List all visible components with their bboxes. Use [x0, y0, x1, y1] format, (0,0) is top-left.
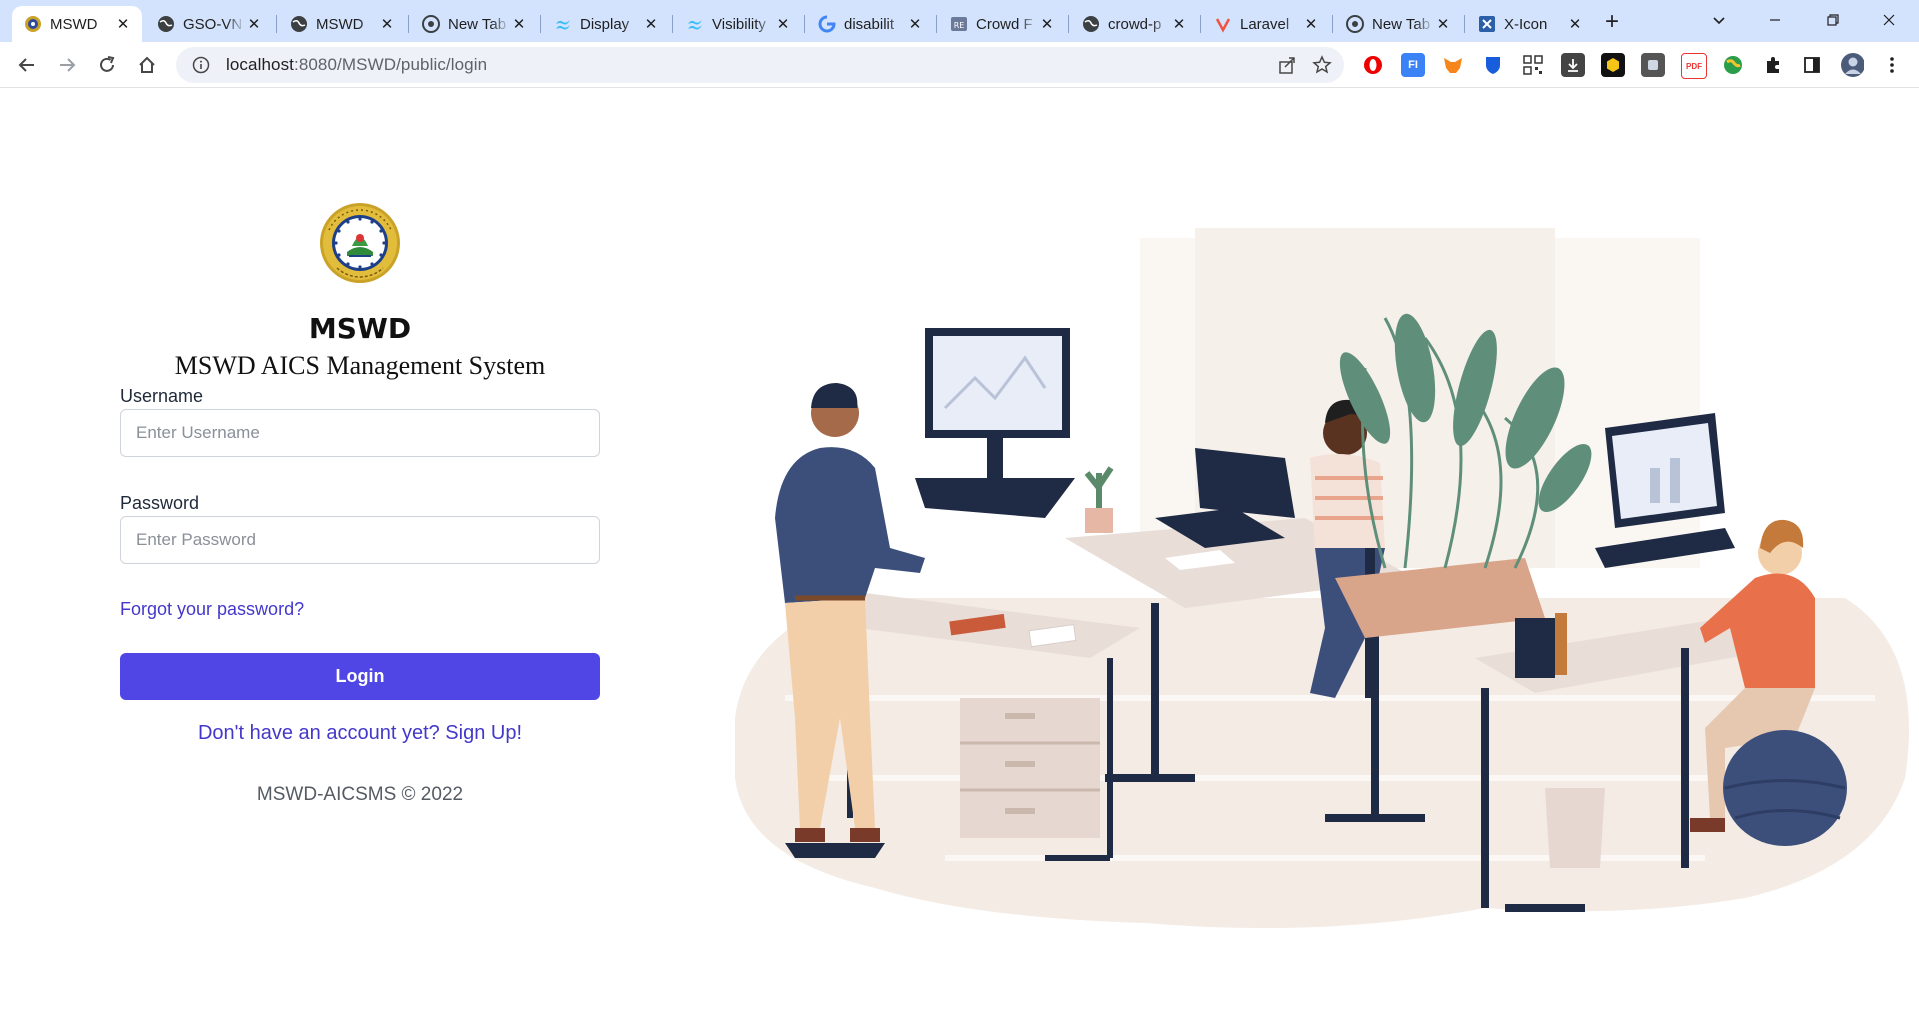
- close-window-icon[interactable]: [1866, 0, 1912, 40]
- site-info-icon[interactable]: [190, 54, 212, 76]
- close-tab-icon[interactable]: ✕: [1566, 15, 1584, 33]
- tab-title: crowd-p: [1108, 15, 1162, 33]
- tab-title: MSWD: [316, 15, 364, 33]
- side-panel-icon[interactable]: [1800, 53, 1824, 77]
- seal-favicon-icon: [24, 15, 42, 33]
- globe-icon: [1082, 15, 1100, 33]
- earth-extension-icon[interactable]: [1721, 53, 1745, 77]
- qr-code-icon[interactable]: [1521, 53, 1545, 77]
- google-icon: [818, 15, 836, 33]
- close-tab-icon[interactable]: ✕: [245, 15, 263, 33]
- close-tab-icon[interactable]: ✕: [1170, 15, 1188, 33]
- chrome-icon: [1346, 15, 1364, 33]
- chrome-icon: [422, 15, 440, 33]
- tab-title: Display: [580, 15, 630, 33]
- tab-title: Crowd F: [976, 15, 1033, 33]
- browser-tab-strip: MSWD ✕ GSO-VN ✕ MSWD ✕ New Tab ✕ Display…: [0, 0, 1919, 42]
- close-tab-icon[interactable]: ✕: [1302, 15, 1320, 33]
- office-illustration: [725, 218, 1919, 938]
- bitwarden-shield-icon[interactable]: [1481, 53, 1505, 77]
- sign-up-link[interactable]: Don't have an account yet? Sign Up!: [120, 722, 600, 745]
- tab-title: GSO-VN: [183, 15, 243, 33]
- globe-icon: [290, 15, 308, 33]
- browser-tab[interactable]: Display ✕: [542, 6, 670, 42]
- browser-tab[interactable]: disabilit ✕: [806, 6, 934, 42]
- back-arrow-icon[interactable]: [13, 51, 41, 79]
- close-tab-icon[interactable]: ✕: [510, 15, 528, 33]
- share-icon[interactable]: [1276, 54, 1298, 76]
- tab-title: MSWD: [50, 15, 98, 33]
- metamask-fox-icon[interactable]: [1441, 53, 1465, 77]
- tab-title: New Tab: [448, 15, 507, 33]
- laravel-icon: [1214, 15, 1232, 33]
- tab-search-chevron-icon[interactable]: [1705, 6, 1733, 34]
- tab-title: Visibility: [712, 15, 766, 33]
- footer-copyright: MSWD-AICSMS © 2022: [256, 784, 464, 805]
- browser-tab[interactable]: MSWD ✕: [12, 6, 142, 42]
- opera-extension-icon[interactable]: [1361, 53, 1385, 77]
- close-tab-icon[interactable]: ✕: [114, 15, 132, 33]
- tailwind-icon: [554, 15, 572, 33]
- browser-tab[interactable]: New Tab ✕: [1334, 6, 1462, 42]
- puzzle-box-extension-icon[interactable]: [1641, 53, 1665, 77]
- app-subtitle: MSWD AICS Management System: [174, 351, 546, 380]
- browser-tab[interactable]: RE Crowd F ✕: [938, 6, 1066, 42]
- app-title: MSWD: [308, 312, 412, 345]
- repo-icon: RE: [950, 15, 968, 33]
- browser-tab[interactable]: GSO-VN ✕: [145, 6, 273, 42]
- browser-tab[interactable]: crowd-p ✕: [1070, 6, 1198, 42]
- browser-toolbar: localhost:8080/MSWD/public/login FI PDF: [0, 42, 1919, 88]
- pdf-extension-icon[interactable]: PDF: [1681, 53, 1707, 79]
- browser-menu-kebab-icon[interactable]: [1880, 53, 1904, 77]
- browser-tab[interactable]: X-Icon ✕: [1466, 6, 1594, 42]
- url-text: localhost:8080/MSWD/public/login: [226, 55, 488, 74]
- municipal-seal-logo: [319, 202, 401, 284]
- globe-icon: [157, 15, 175, 33]
- x-icon-favicon-icon: [1478, 15, 1496, 33]
- browser-tab[interactable]: MSWD ✕: [278, 6, 406, 42]
- password-label: Password: [120, 493, 200, 513]
- minimize-window-icon[interactable]: [1752, 0, 1798, 40]
- close-tab-icon[interactable]: ✕: [774, 15, 792, 33]
- username-label: Username: [120, 386, 204, 406]
- home-icon[interactable]: [133, 51, 161, 79]
- new-tab-icon[interactable]: +: [1598, 8, 1626, 36]
- extensions-puzzle-icon[interactable]: [1761, 53, 1785, 77]
- svg-text:RE: RE: [954, 21, 965, 30]
- password-input[interactable]: [120, 516, 600, 564]
- bookmark-star-icon[interactable]: [1311, 54, 1333, 76]
- close-tab-icon[interactable]: ✕: [1038, 15, 1056, 33]
- close-tab-icon[interactable]: ✕: [1434, 15, 1452, 33]
- fi-extension-icon[interactable]: FI: [1401, 53, 1425, 77]
- restore-window-icon[interactable]: [1810, 0, 1856, 40]
- login-page: MSWD MSWD AICS Management System Usernam…: [0, 88, 1919, 1017]
- address-bar[interactable]: localhost:8080/MSWD/public/login: [176, 47, 1344, 83]
- browser-tab[interactable]: Laravel ✕: [1202, 6, 1330, 42]
- login-button[interactable]: Login: [120, 653, 600, 700]
- browser-tab[interactable]: New Tab ✕: [410, 6, 538, 42]
- tab-title: New Tab: [1372, 15, 1431, 33]
- close-tab-icon[interactable]: ✕: [378, 15, 396, 33]
- username-input[interactable]: [120, 409, 600, 457]
- hexagon-extension-icon[interactable]: [1601, 53, 1625, 77]
- reload-icon[interactable]: [93, 51, 121, 79]
- close-tab-icon[interactable]: ✕: [906, 15, 924, 33]
- tab-title: disabilit: [844, 15, 895, 33]
- tab-title: Laravel: [1240, 15, 1290, 33]
- close-tab-icon[interactable]: ✕: [642, 15, 660, 33]
- download-extension-icon[interactable]: [1561, 53, 1585, 77]
- forgot-password-link[interactable]: Forgot your password?: [120, 599, 304, 620]
- profile-avatar[interactable]: [1840, 53, 1864, 77]
- forward-arrow-icon[interactable]: [53, 51, 81, 79]
- browser-tab[interactable]: Visibility ✕: [674, 6, 802, 42]
- tailwind-icon: [686, 15, 704, 33]
- tab-title: X-Icon: [1504, 15, 1548, 33]
